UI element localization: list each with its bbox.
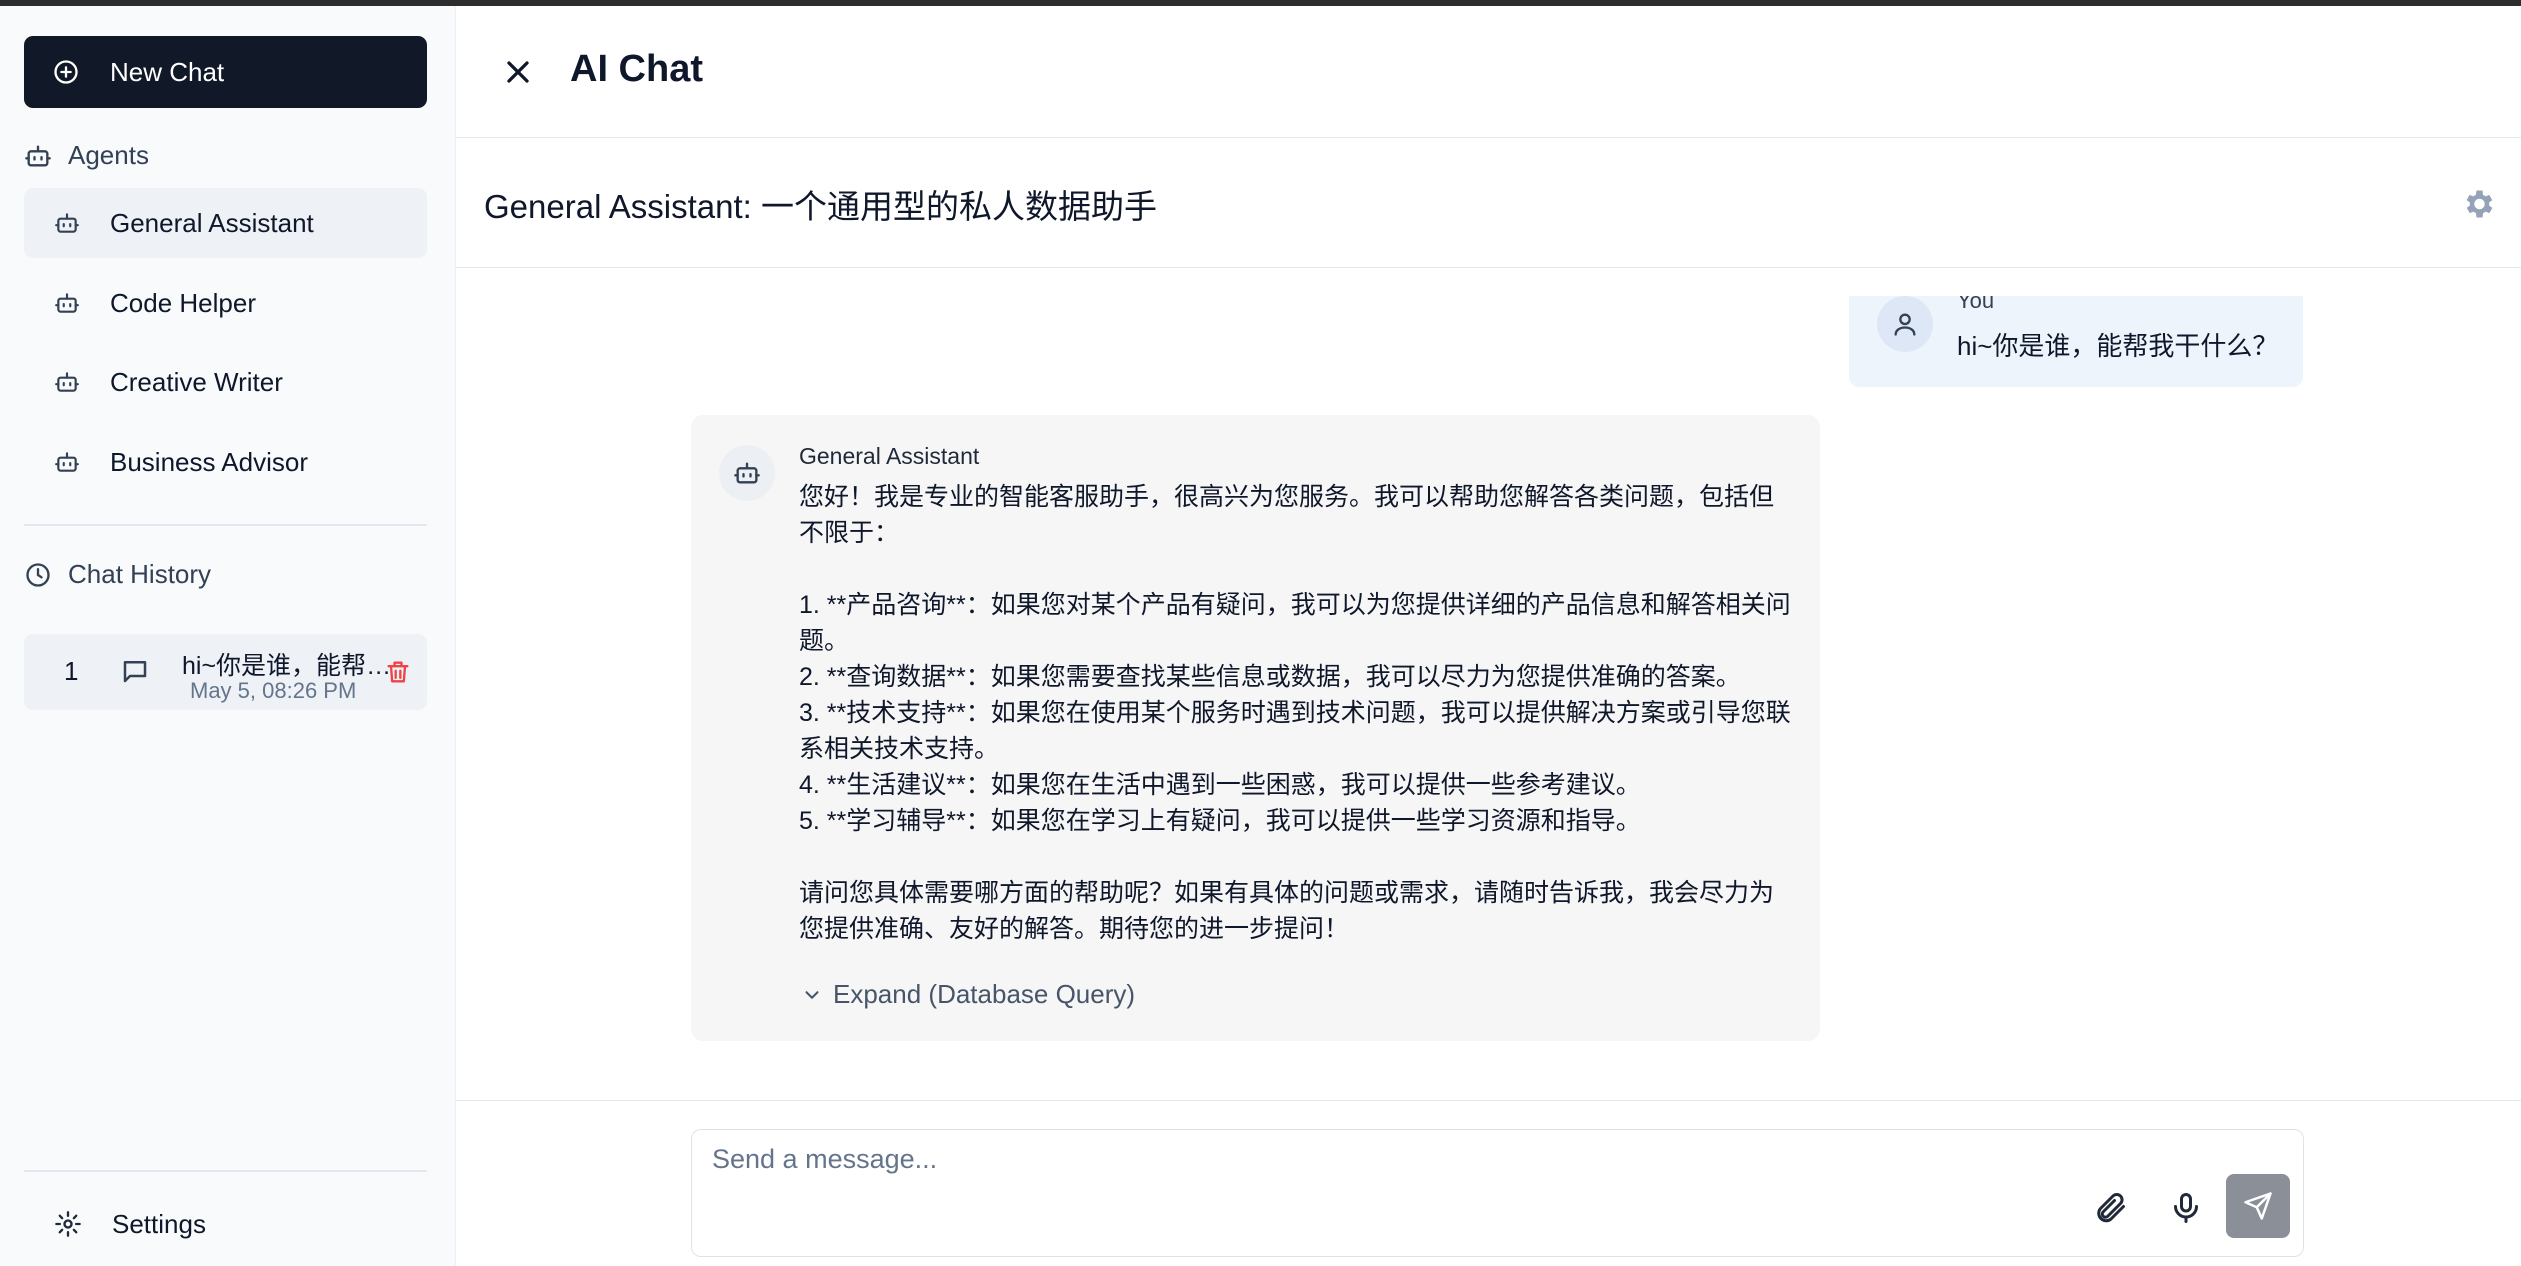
settings-label: Settings	[112, 1208, 206, 1239]
chat-history-heading: Chat History	[24, 559, 211, 590]
agents-heading-label: Agents	[68, 140, 149, 170]
message-sender: General Assistant	[799, 443, 980, 469]
message-input[interactable]	[712, 1144, 2062, 1204]
agent-bar: General Assistant: 一个通用型的私人数据助手	[456, 138, 2521, 268]
new-chat-label: New Chat	[110, 56, 225, 87]
message-line: 4. **生活建议**：如果您在生活中遇到一些困惑，我可以提供一些参考建议。	[799, 771, 1641, 799]
trash-icon[interactable]	[384, 658, 412, 686]
message-composer	[691, 1129, 2304, 1257]
agent-item-label: Business Advisor	[110, 446, 308, 477]
agent-item-label: Code Helper	[110, 287, 256, 318]
assistant-message: General Assistant 您好！我是专业的智能客服助手，很高兴为您服务…	[691, 415, 1820, 1041]
bot-icon	[734, 462, 760, 484]
agent-item-creative-writer[interactable]: Creative Writer	[24, 347, 427, 417]
message-sender: You	[1957, 296, 1995, 313]
message-line: 请问您具体需要哪方面的帮助呢？如果有具体的问题或需求，请随时告诉我，我会尽力为您…	[799, 879, 1775, 943]
message-text: hi~你是谁，能帮我干什么？	[1957, 331, 2279, 361]
plus-circle-icon	[54, 60, 78, 84]
bot-icon	[55, 213, 79, 233]
new-chat-button[interactable]: New Chat	[24, 36, 427, 108]
send-icon	[2244, 1192, 2272, 1220]
user-avatar	[1877, 296, 1933, 352]
agent-item-code-helper[interactable]: Code Helper	[24, 268, 427, 338]
message-line: 2. **查询数据**：如果您需要查找某些信息或数据，我可以尽力为您提供准确的答…	[799, 663, 1741, 691]
message-text: 您好！我是专业的智能客服助手，很高兴为您服务。我可以帮助您解答各类问题，包括但不…	[799, 479, 1794, 947]
message-line: 3. **技术支持**：如果您在使用某个服务时遇到技术问题，我可以提供解决方案或…	[799, 699, 1791, 763]
sidebar-divider	[24, 524, 427, 526]
history-item-index: 1	[64, 656, 79, 686]
message-line	[799, 551, 1794, 587]
agent-settings-gear-icon[interactable]	[2460, 186, 2496, 222]
expand-label: Expand (Database Query)	[833, 979, 1136, 1009]
microphone-icon[interactable]	[2168, 1190, 2204, 1226]
user-message: You hi~你是谁，能帮我干什么？	[1849, 296, 2303, 387]
message-line: 1. **产品咨询**：如果您对某个产品有疑问，我可以为您提供详细的产品信息和解…	[799, 591, 1791, 655]
sidebar: New Chat Agents General Assistant Code H…	[0, 6, 456, 1266]
message-line	[799, 839, 1794, 875]
history-item[interactable]: 1 hi~你是谁，能帮我干什么？ May 5, 08:26 PM	[24, 634, 427, 710]
sidebar-bottom-divider	[24, 1170, 427, 1172]
bot-icon	[55, 293, 79, 313]
message-square-icon	[123, 661, 147, 683]
bot-icon	[55, 372, 79, 392]
gear-icon	[55, 1211, 81, 1237]
agent-item-label: General Assistant	[110, 207, 314, 238]
current-agent-heading: General Assistant: 一个通用型的私人数据助手	[484, 188, 1157, 225]
message-line: 5. **学习辅导**：如果您在学习上有疑问，我可以提供一些学习资源和指导。	[799, 807, 1641, 835]
settings-button[interactable]: Settings	[24, 1194, 427, 1254]
user-icon	[1894, 313, 1916, 336]
history-item-title: hi~你是谁，能帮我干什么？	[182, 652, 402, 680]
history-item-time: May 5, 08:26 PM	[190, 678, 357, 703]
send-button[interactable]	[2226, 1174, 2290, 1238]
bot-icon	[25, 145, 51, 166]
app-header: AI Chat	[456, 6, 2521, 138]
message-line: 您好！我是专业的智能客服助手，很高兴为您服务。我可以帮助您解答各类问题，包括但不…	[799, 483, 1775, 547]
composer-divider	[456, 1100, 2521, 1101]
agent-item-general-assistant[interactable]: General Assistant	[24, 188, 427, 258]
expand-database-query-button[interactable]: Expand (Database Query)	[801, 979, 1135, 1010]
agents-heading: Agents	[24, 140, 149, 171]
agent-item-label: Creative Writer	[110, 366, 283, 397]
bot-icon	[55, 452, 79, 472]
agent-item-business-advisor[interactable]: Business Advisor	[24, 427, 427, 497]
chat-history-heading-label: Chat History	[68, 559, 212, 589]
assistant-avatar	[719, 445, 775, 501]
clock-icon	[26, 562, 50, 587]
chevron-down-icon	[805, 990, 819, 999]
close-icon[interactable]	[500, 54, 536, 90]
paperclip-icon[interactable]	[2092, 1190, 2128, 1226]
app-title: AI Chat	[570, 48, 703, 90]
